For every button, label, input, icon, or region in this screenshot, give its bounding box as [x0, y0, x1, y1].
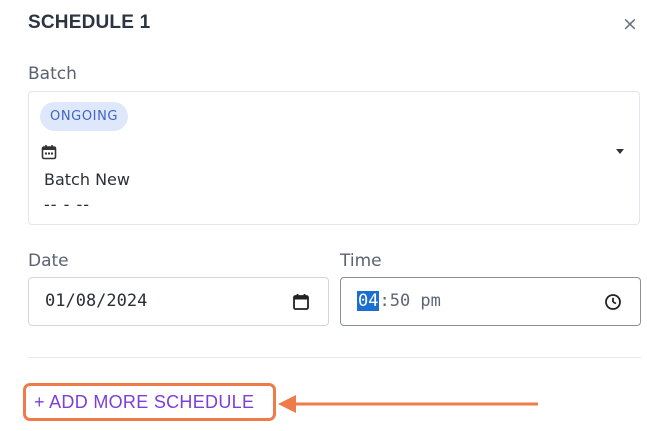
batch-select[interactable]: ONGOING Batch New -- - -- — [28, 91, 640, 225]
status-badge: ONGOING — [40, 102, 129, 131]
chevron-down-icon — [616, 149, 624, 154]
date-input[interactable]: 01/08/2024 — [28, 277, 329, 326]
time-hour[interactable]: 04 — [357, 291, 380, 311]
batch-label: Batch — [28, 64, 77, 84]
batch-name: Batch New — [44, 170, 130, 189]
time-input[interactable]: 04:50 pm — [340, 277, 641, 326]
batch-dates: -- - -- — [44, 195, 91, 214]
add-more-schedule-label: + ADD MORE SCHEDULE — [34, 392, 255, 412]
calendar-icon — [41, 145, 57, 160]
annotation-arrow-icon — [278, 395, 538, 413]
add-more-schedule-button[interactable]: + ADD MORE SCHEDULE — [23, 383, 276, 421]
date-label: Date — [28, 251, 69, 271]
date-value: 01/08/2024 — [45, 291, 148, 311]
time-value: 04:50 pm — [357, 291, 441, 311]
time-rest[interactable]: :50 pm — [379, 291, 440, 311]
calendar-icon[interactable] — [292, 293, 310, 311]
time-label: Time — [340, 251, 382, 271]
divider — [28, 357, 641, 358]
close-icon[interactable]: × — [619, 12, 641, 36]
clock-icon[interactable] — [604, 293, 622, 311]
schedule-title: SCHEDULE 1 — [28, 12, 151, 33]
